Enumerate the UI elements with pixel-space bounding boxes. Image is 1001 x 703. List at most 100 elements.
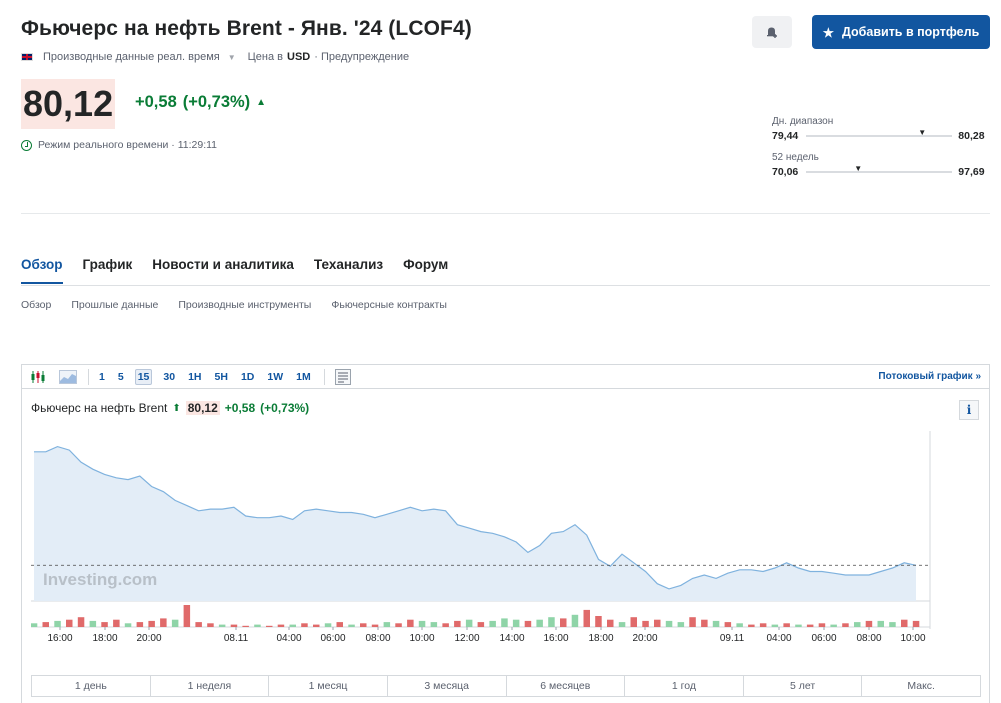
volume-bar xyxy=(54,620,61,627)
week52-range: 52 недель 70,06 ▼ 97,69 xyxy=(772,152,985,178)
volume-bar xyxy=(618,622,626,627)
currency-label: Цена в xyxy=(247,51,284,63)
subtab-overview[interactable]: Обзор xyxy=(21,299,51,311)
interval-15[interactable]: 15 xyxy=(134,368,153,385)
add-to-portfolio-button[interactable]: ★ Добавить в портфель xyxy=(812,15,990,49)
bell-plus-icon xyxy=(767,27,777,38)
area-chart-icon[interactable] xyxy=(58,369,78,385)
period-1w[interactable]: 1 неделя xyxy=(151,676,270,696)
tab-technical[interactable]: Теханализ xyxy=(314,257,383,284)
volume-bar xyxy=(148,620,155,627)
period-max[interactable]: Макс. xyxy=(862,676,980,696)
table-icon[interactable] xyxy=(333,368,353,385)
chart-price: 80,12 xyxy=(185,401,220,415)
streaming-chart-link[interactable]: Потоковый график » xyxy=(878,371,981,382)
volume-bar xyxy=(736,623,743,627)
subtab-historical[interactable]: Прошлые данные xyxy=(71,299,158,311)
volume-bar xyxy=(677,622,685,627)
period-3m[interactable]: 3 месяца xyxy=(388,676,507,696)
tab-overview[interactable]: Обзор xyxy=(21,257,63,284)
page-title: Фьючерс на нефть Brent - Янв. '24 (LCOF4… xyxy=(21,17,472,40)
last-price: 80,12 xyxy=(21,79,116,129)
interval-5[interactable]: 5 xyxy=(116,370,126,384)
price-alert-button[interactable] xyxy=(752,16,792,48)
x-tick-label: 08:00 xyxy=(856,633,881,644)
volume-bar xyxy=(277,624,285,627)
volume-bar xyxy=(783,623,790,627)
volume-bar xyxy=(242,625,249,627)
price-chart[interactable]: 83,000082,000081,000080,130025.0k16:0018… xyxy=(31,431,931,667)
volume-bar xyxy=(313,624,320,627)
volume-bar xyxy=(665,620,673,627)
candlestick-icon[interactable] xyxy=(28,369,48,385)
arrow-up-icon: ▲ xyxy=(256,97,267,108)
volume-bar xyxy=(724,622,732,627)
period-selector: 1 день 1 неделя 1 месяц 3 месяца 6 месяц… xyxy=(31,675,981,697)
volume-bar xyxy=(571,614,579,627)
change-percent: (+0,73%) xyxy=(182,93,251,111)
period-5y[interactable]: 5 лет xyxy=(744,676,863,696)
divider xyxy=(21,213,990,214)
subtab-futures[interactable]: Фьючерсные контракты xyxy=(331,299,447,311)
change-value: +0,58 xyxy=(135,93,177,111)
volume-bar xyxy=(501,618,508,627)
volume-bar xyxy=(712,620,720,627)
volume-bar xyxy=(748,624,755,627)
data-type[interactable]: Производные данные реал. время xyxy=(43,51,220,63)
interval-1m[interactable]: 1M xyxy=(294,370,313,384)
x-tick-label: 10:00 xyxy=(409,633,434,644)
volume-bar xyxy=(630,617,637,627)
info-button[interactable]: i xyxy=(959,400,979,420)
week52-label: 52 недель xyxy=(772,152,819,163)
period-1y[interactable]: 1 год xyxy=(625,676,744,696)
volume-bar xyxy=(407,619,414,627)
volume-bar xyxy=(901,619,908,627)
volume-bar xyxy=(583,609,590,627)
volume-bar xyxy=(806,624,814,627)
period-6m[interactable]: 6 месяцев xyxy=(507,676,626,696)
x-tick-label: 08:00 xyxy=(365,633,390,644)
interval-1[interactable]: 1 xyxy=(97,370,107,384)
interval-5h[interactable]: 5H xyxy=(213,370,230,384)
tab-news[interactable]: Новости и аналитика xyxy=(152,257,294,284)
warning-link[interactable]: · Предупреждение xyxy=(314,51,409,63)
volume-bar xyxy=(830,624,837,627)
interval-1d[interactable]: 1D xyxy=(239,370,256,384)
volume-bar xyxy=(183,605,191,627)
chart-widget: 1 5 15 30 1H 5H 1D 1W 1M Потоковый графи… xyxy=(21,364,990,703)
period-1m[interactable]: 1 месяц xyxy=(269,676,388,696)
sub-tabs: Обзор Прошлые данные Производные инструм… xyxy=(21,299,467,311)
tab-chart[interactable]: График xyxy=(83,257,133,284)
period-1d[interactable]: 1 день xyxy=(32,676,151,696)
x-tick-label: 08.11 xyxy=(224,633,249,644)
volume-bar xyxy=(289,624,296,627)
day-range: Дн. диапазон 79,44 ▼ 80,28 xyxy=(772,116,985,142)
chevron-down-icon[interactable]: ▼ xyxy=(228,53,236,62)
volume-bar xyxy=(230,624,238,627)
chart-toolbar: 1 5 15 30 1H 5H 1D 1W 1M Потоковый графи… xyxy=(22,365,989,389)
week52-range-bar: ▼ xyxy=(806,165,953,173)
volume-bar xyxy=(889,622,896,627)
volume-bar xyxy=(771,624,779,627)
interval-1h[interactable]: 1H xyxy=(186,370,203,384)
volume-bar xyxy=(512,619,520,627)
tab-forum[interactable]: Форум xyxy=(403,257,448,284)
interval-30[interactable]: 30 xyxy=(161,370,177,384)
chart-header: Фьючерс на нефть Brent ⬆ 80,12 +0,58 (+0… xyxy=(31,401,309,415)
main-tabs: Обзор График Новости и аналитика Теханал… xyxy=(21,257,468,284)
volume-bar xyxy=(477,622,485,627)
x-tick-label: 09.11 xyxy=(720,633,745,644)
x-tick-label: 18:00 xyxy=(588,633,613,644)
uk-flag-icon xyxy=(21,53,33,61)
chart-change-percent: (+0,73%) xyxy=(260,401,310,415)
divider xyxy=(21,285,990,286)
subtab-derivatives[interactable]: Производные инструменты xyxy=(178,299,311,311)
volume-bar xyxy=(395,623,402,627)
x-tick-label: 10:00 xyxy=(900,633,925,644)
marker-icon: ▼ xyxy=(918,128,927,137)
volume-bar xyxy=(301,623,308,627)
interval-1w[interactable]: 1W xyxy=(265,370,285,384)
x-tick-label: 16:00 xyxy=(47,633,72,644)
currency-value: USD xyxy=(287,51,311,63)
price-area xyxy=(34,446,916,601)
